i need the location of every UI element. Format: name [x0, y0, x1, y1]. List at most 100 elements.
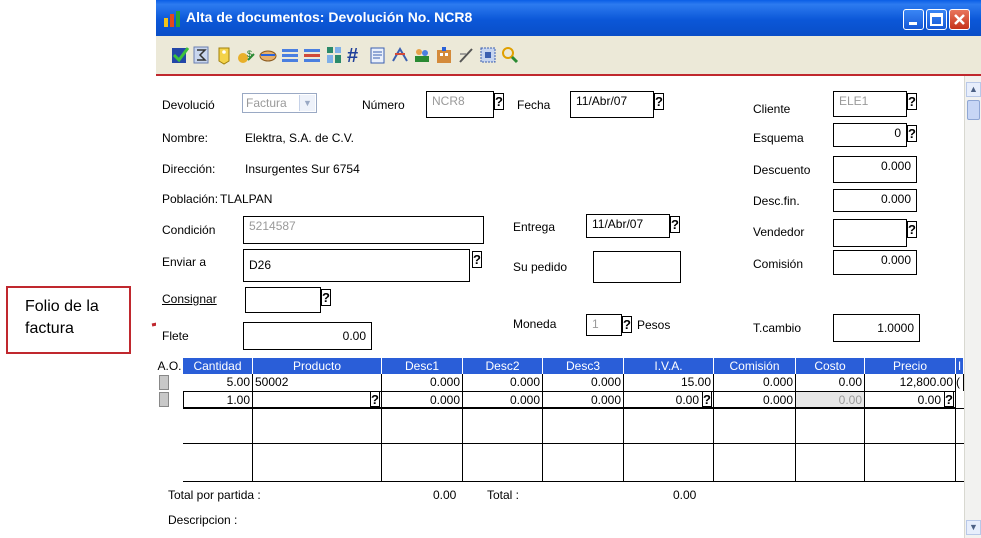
handshake-icon[interactable] [258, 44, 278, 66]
cell-iva[interactable]: 0.00 [624, 391, 714, 408]
grid-icon[interactable] [324, 44, 344, 66]
accept-icon[interactable] [170, 44, 190, 66]
cliente-label: Cliente [753, 102, 791, 116]
hash-icon[interactable]: # [346, 44, 366, 66]
list-alt-icon[interactable] [302, 44, 322, 66]
chevron-down-icon[interactable]: ▼ [299, 95, 315, 111]
cell-costo[interactable]: 0.00 [796, 374, 865, 391]
cell-desc2[interactable]: 0.000 [463, 391, 543, 408]
users-icon[interactable] [412, 44, 432, 66]
numero-lookup-icon[interactable]: ? [494, 93, 504, 110]
frame-icon[interactable] [478, 44, 498, 66]
cliente-lookup-icon[interactable]: ? [907, 93, 917, 110]
scroll-up-icon[interactable]: ▲ [966, 82, 981, 97]
cell-desc1[interactable]: 0.000 [382, 391, 463, 408]
calculator-icon[interactable] [390, 44, 410, 66]
col-header-iva[interactable]: I.V.A. [624, 358, 714, 374]
descfin-label: Desc.fin. [753, 194, 800, 208]
cell-precio[interactable]: 0.00 [865, 391, 956, 408]
col-header-ao[interactable]: A.O. [156, 358, 183, 374]
moneda-label: Moneda [513, 317, 557, 331]
consignar-label[interactable]: Consignar [162, 292, 217, 306]
cell-precio[interactable]: 12,800.00 [865, 374, 956, 391]
iva-lookup-icon[interactable]: ? [702, 391, 712, 407]
moneda-field[interactable]: 1 [586, 314, 622, 336]
vendedor-lookup-icon[interactable]: ? [907, 221, 917, 238]
col-header-desc1[interactable]: Desc1 [382, 358, 463, 374]
descfin-field[interactable]: 0.000 [833, 189, 917, 212]
money-icon[interactable]: $ [236, 44, 256, 66]
document-window: Alta de documentos: Devolución No. NCR8 … [156, 0, 981, 538]
fecha-label: Fecha [517, 98, 551, 112]
precio-lookup-icon[interactable]: ? [944, 391, 954, 407]
cell-producto[interactable] [253, 391, 382, 408]
supedido-field[interactable] [593, 251, 681, 283]
descuento-field[interactable]: 0.000 [833, 156, 917, 183]
col-header-extra[interactable]: I [956, 358, 964, 374]
col-header-comision[interactable]: Comisión [714, 358, 796, 374]
flete-field[interactable]: 0.00 [243, 322, 372, 350]
vendedor-field[interactable] [833, 219, 907, 247]
minimize-button[interactable] [903, 9, 924, 30]
cell-cantidad[interactable]: 1.00 [183, 391, 253, 408]
devolucion-label: Devolució [162, 98, 215, 112]
maximize-button[interactable] [926, 9, 947, 30]
cell-producto[interactable]: 50002 [253, 374, 382, 391]
cliente-field[interactable]: ELE1 [833, 91, 907, 117]
vertical-scrollbar[interactable]: ▲ ▼ [964, 76, 981, 538]
numero-field[interactable]: NCR8 [426, 91, 494, 118]
supedido-label: Su pedido [513, 260, 568, 274]
scroll-thumb[interactable] [967, 100, 980, 120]
app-icon [164, 11, 180, 27]
esquema-field[interactable]: 0 [833, 123, 907, 147]
moneda-name: Pesos [637, 318, 671, 332]
producto-lookup-icon[interactable]: ? [370, 391, 380, 407]
cell-desc3[interactable]: 0.000 [543, 391, 624, 408]
esquema-lookup-icon[interactable]: ? [907, 125, 917, 142]
close-button[interactable] [949, 9, 970, 30]
total-value: 0.00 [673, 488, 697, 502]
enviar-field[interactable]: D26 [243, 249, 470, 282]
building-icon[interactable] [434, 44, 454, 66]
fecha-field[interactable]: 11/Abr/07 [570, 91, 654, 118]
col-header-cantidad[interactable]: Cantidad [183, 358, 253, 374]
scroll-down-icon[interactable]: ▼ [966, 520, 981, 535]
col-header-precio[interactable]: Precio [865, 358, 956, 374]
notes-icon[interactable] [368, 44, 388, 66]
consignar-field[interactable] [245, 287, 321, 313]
cell-extra[interactable]: ( [956, 374, 964, 391]
cell-cantidad[interactable]: 5.00 [183, 374, 253, 391]
cell-iva[interactable]: 15.00 [624, 374, 714, 391]
poblacion-label: Población: [162, 192, 219, 206]
entrega-field[interactable]: 11/Abr/07 [586, 214, 670, 238]
cell-desc3[interactable]: 0.000 [543, 374, 624, 391]
descripcion-label: Descripcion : [168, 513, 238, 527]
col-header-desc3[interactable]: Desc3 [543, 358, 624, 374]
col-header-desc2[interactable]: Desc2 [463, 358, 543, 374]
cell-comision[interactable]: 0.000 [714, 391, 796, 408]
fecha-lookup-icon[interactable]: ? [654, 93, 664, 110]
list-icon[interactable] [280, 44, 300, 66]
title-bar[interactable]: Alta de documentos: Devolución No. NCR8 [156, 0, 981, 36]
search-icon[interactable] [500, 44, 520, 66]
enviar-lookup-icon[interactable]: ? [472, 251, 482, 268]
cell-desc2[interactable]: 0.000 [463, 374, 543, 391]
descuento-label: Descuento [753, 163, 811, 177]
col-header-costo[interactable]: Costo [796, 358, 865, 374]
cell-comision[interactable]: 0.000 [714, 374, 796, 391]
tag-icon[interactable] [214, 44, 234, 66]
cell-desc1[interactable]: 0.000 [382, 374, 463, 391]
pen-icon[interactable] [456, 44, 476, 66]
sum-icon[interactable] [192, 44, 212, 66]
col-header-producto[interactable]: Producto [253, 358, 382, 374]
row-selector[interactable] [159, 392, 169, 407]
condicion-field[interactable]: 5214587 [243, 216, 484, 244]
devolucion-select[interactable]: Factura ▼ [242, 93, 317, 113]
consignar-lookup-icon[interactable]: ? [321, 289, 331, 306]
row-selector[interactable] [159, 375, 169, 390]
entrega-lookup-icon[interactable]: ? [670, 216, 680, 233]
tcambio-field[interactable]: 1.0000 [833, 314, 920, 342]
moneda-lookup-icon[interactable]: ? [622, 316, 632, 333]
comision-field[interactable]: 0.000 [833, 250, 917, 275]
callout-line-2: factura [25, 320, 74, 337]
